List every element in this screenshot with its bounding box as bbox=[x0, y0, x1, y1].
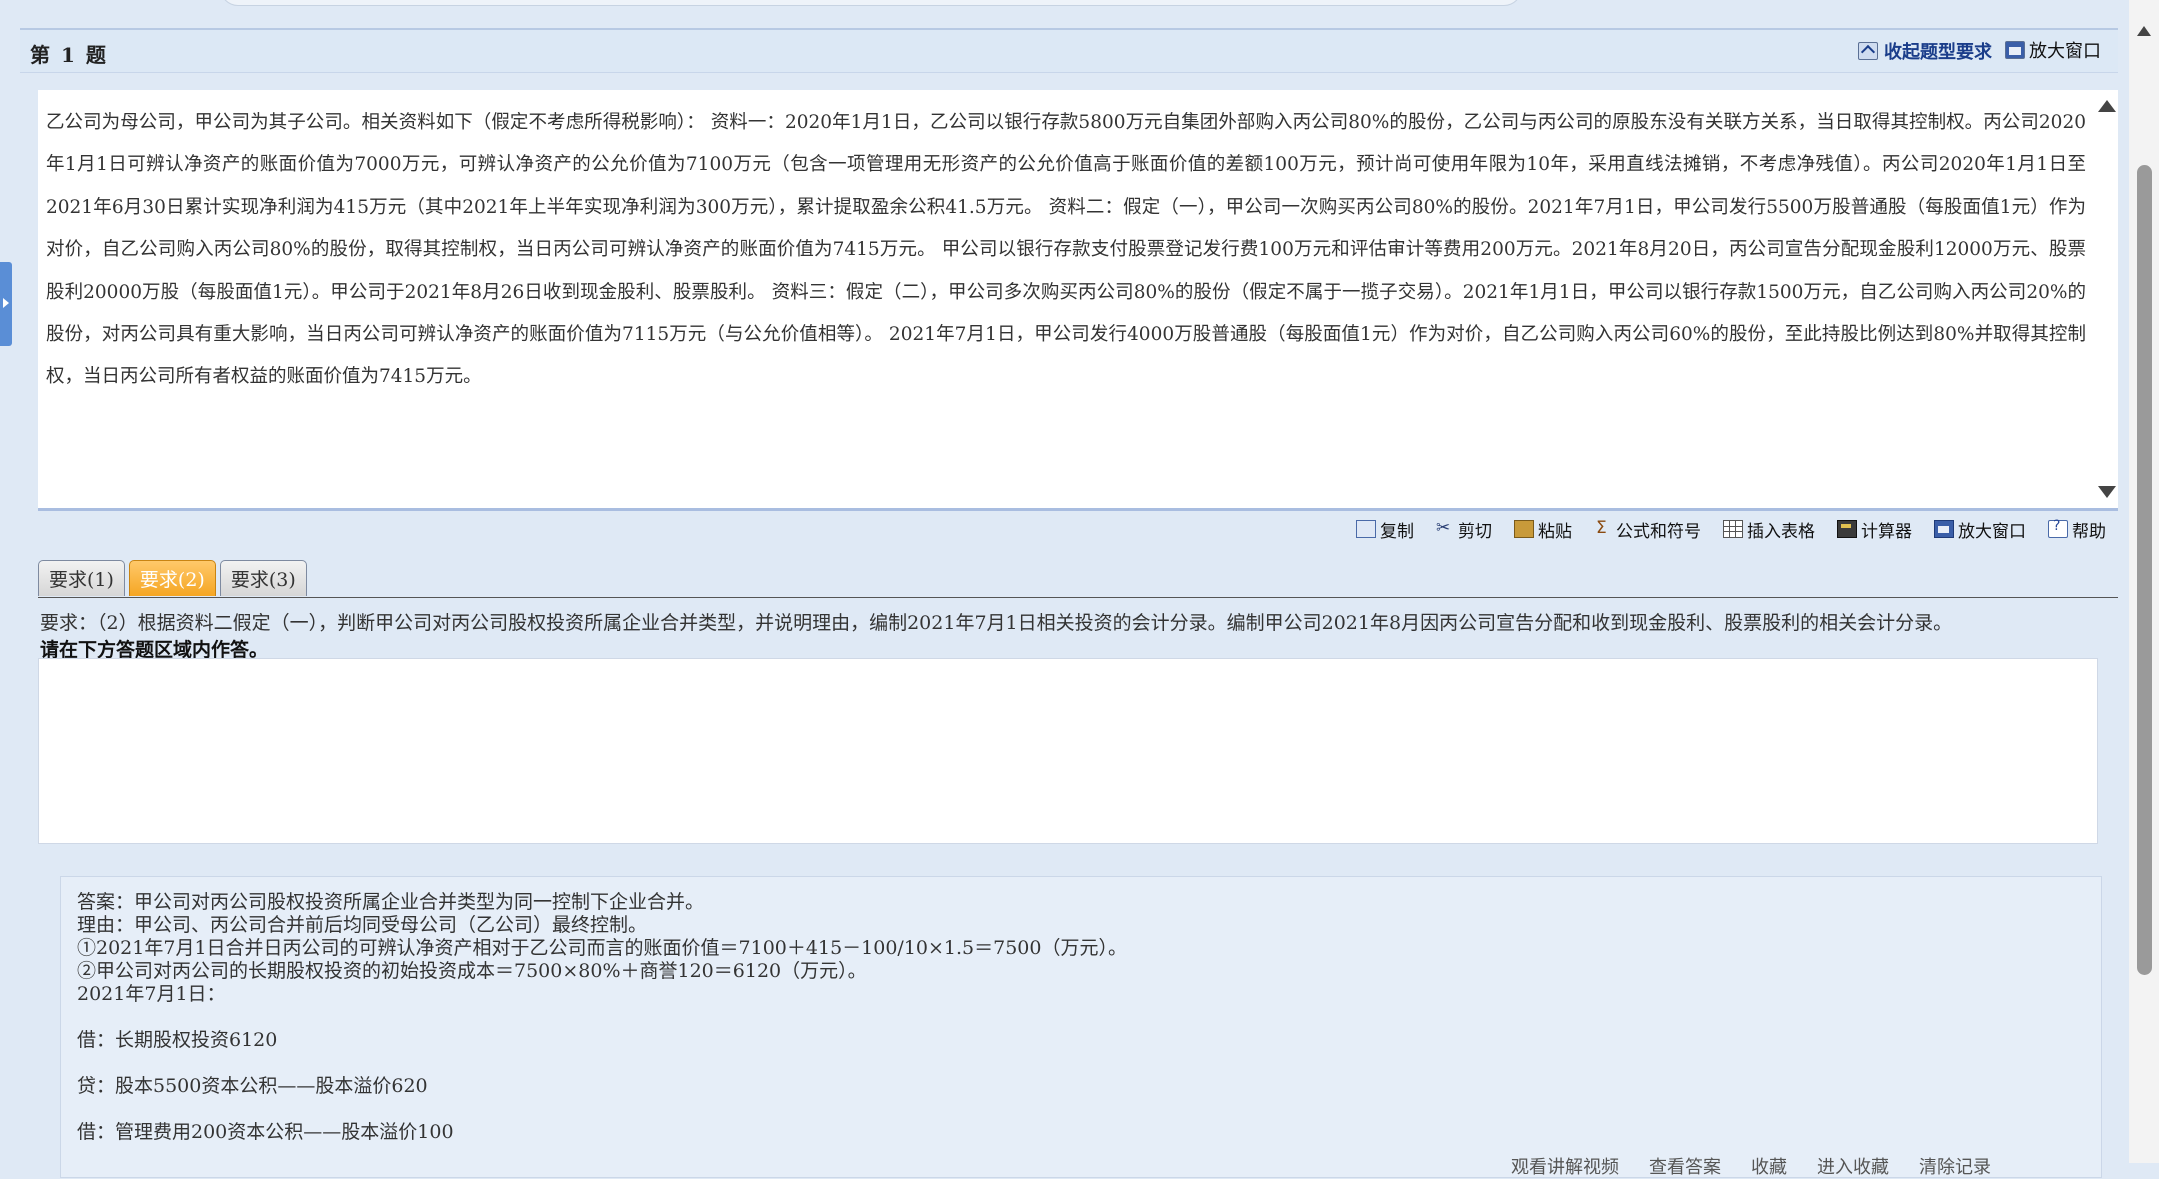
answer-line: ②甲公司对丙公司的长期股权投资的初始投资成本＝7500×80%＋商誉120＝61… bbox=[77, 960, 867, 982]
sigma-icon bbox=[1594, 518, 1612, 538]
material-text: 乙公司为母公司，甲公司为其子公司。相关资料如下（假定不考虑所得税影响）： 资料一… bbox=[46, 112, 2086, 388]
answer-line bbox=[77, 1006, 1127, 1029]
answer-line bbox=[77, 1098, 1127, 1121]
insert-table-label: 插入表格 bbox=[1747, 521, 1815, 542]
tab-requirement-2[interactable]: 要求(2) bbox=[128, 560, 216, 596]
answer-panel: 答案：甲公司对丙公司股权投资所属企业合并类型为同一控制下企业合并。 理由：甲公司… bbox=[60, 876, 2102, 1178]
enlarge-label: 放大窗口 bbox=[2029, 41, 2101, 62]
help-label: 帮助 bbox=[2072, 521, 2106, 542]
enter-favorites-link[interactable]: 进入收藏 bbox=[1817, 1153, 1889, 1179]
view-answer-link[interactable]: 查看答案 bbox=[1649, 1153, 1721, 1179]
answer-bottom-links: 观看讲解视频 查看答案 收藏 进入收藏 清除记录 bbox=[1511, 1153, 1991, 1179]
help-icon bbox=[2048, 518, 2068, 538]
formula-label: 公式和符号 bbox=[1616, 521, 1701, 542]
cut-label: 剪切 bbox=[1458, 521, 1492, 542]
tab-requirement-1[interactable]: 要求(1) bbox=[38, 560, 125, 596]
formula-button[interactable]: 公式和符号 bbox=[1594, 516, 1701, 542]
collapse-requirements-button[interactable]: 收起题型要求 bbox=[1858, 38, 1992, 64]
window-icon bbox=[1934, 520, 1954, 538]
answer-input-area[interactable] bbox=[38, 658, 2098, 844]
enlarge-window-button[interactable]: 放大窗口 bbox=[1934, 516, 2026, 542]
calculator-button[interactable]: 计算器 bbox=[1837, 516, 1912, 542]
tabs-divider bbox=[38, 597, 2118, 598]
answer-line: 答案：甲公司对丙公司股权投资所属企业合并类型为同一控制下企业合并。 bbox=[77, 891, 705, 913]
scroll-up-icon[interactable] bbox=[2137, 26, 2151, 36]
copy-button[interactable]: 复制 bbox=[1356, 516, 1414, 542]
calculator-icon bbox=[1837, 520, 1857, 538]
side-expand-tab[interactable] bbox=[0, 262, 12, 346]
insert-table-button[interactable]: 插入表格 bbox=[1723, 516, 1815, 542]
collapse-label: 收起题型要求 bbox=[1884, 42, 1992, 63]
requirement-text: 要求：（2）根据资料二假定（一），判断甲公司对丙公司股权投资所属企业合并类型，并… bbox=[40, 612, 1953, 634]
collapse-icon bbox=[1858, 42, 1878, 60]
material-panel[interactable]: 乙公司为母公司，甲公司为其子公司。相关资料如下（假定不考虑所得税影响）： 资料一… bbox=[38, 90, 2118, 511]
calculator-label: 计算器 bbox=[1861, 521, 1912, 542]
question-number: 第 1 题 bbox=[30, 43, 108, 67]
scissors-icon bbox=[1436, 518, 1454, 538]
answer-line: 贷：股本5500资本公积——股本溢价620 bbox=[77, 1075, 428, 1097]
copy-label: 复制 bbox=[1380, 521, 1414, 542]
requirement-tabs: 要求(1) 要求(2) 要求(3) bbox=[38, 560, 307, 596]
page-scrollbar[interactable] bbox=[2129, 0, 2159, 1163]
window-icon bbox=[2005, 41, 2025, 59]
answer-line: ①2021年7月1日合并日丙公司的可辨认净资产相对于乙公司而言的账面价值＝710… bbox=[77, 937, 1127, 959]
answer-line bbox=[77, 1052, 1127, 1075]
answer-line: 理由：甲公司、丙公司合并前后均同受母公司（乙公司）最终控制。 bbox=[77, 914, 648, 936]
favorite-link[interactable]: 收藏 bbox=[1751, 1153, 1787, 1179]
watch-video-link[interactable]: 观看讲解视频 bbox=[1511, 1153, 1619, 1179]
answer-line: 2021年7月1日： bbox=[77, 983, 226, 1005]
editor-toolbar: 复制 剪切 粘贴 公式和符号 插入表格 计算器 放大窗口 帮助 bbox=[1356, 516, 2106, 542]
enlarge-label: 放大窗口 bbox=[1958, 521, 2026, 542]
copy-icon bbox=[1356, 520, 1376, 538]
enlarge-window-button-top[interactable]: 放大窗口 bbox=[2005, 37, 2101, 63]
material-scroll-down-icon[interactable] bbox=[2098, 486, 2116, 498]
help-button[interactable]: 帮助 bbox=[2048, 516, 2106, 542]
answer-lines: 答案：甲公司对丙公司股权投资所属企业合并类型为同一控制下企业合并。 理由：甲公司… bbox=[77, 891, 1127, 1144]
paste-icon bbox=[1514, 520, 1534, 538]
material-scroll-up-icon[interactable] bbox=[2098, 100, 2116, 112]
top-search-bar bbox=[220, 0, 1522, 6]
clear-record-link[interactable]: 清除记录 bbox=[1919, 1153, 1991, 1179]
tab-requirement-3[interactable]: 要求(3) bbox=[219, 560, 307, 596]
cut-button[interactable]: 剪切 bbox=[1436, 516, 1492, 542]
table-icon bbox=[1723, 520, 1743, 538]
answer-line: 借：管理费用200资本公积——股本溢价100 bbox=[77, 1121, 454, 1143]
paste-button[interactable]: 粘贴 bbox=[1514, 516, 1572, 542]
question-title-bar: 第 1 题 收起题型要求 放大窗口 bbox=[20, 28, 2118, 73]
paste-label: 粘贴 bbox=[1538, 521, 1572, 542]
scrollbar-thumb[interactable] bbox=[2137, 165, 2152, 975]
answer-line: 借：长期股权投资6120 bbox=[77, 1029, 278, 1051]
